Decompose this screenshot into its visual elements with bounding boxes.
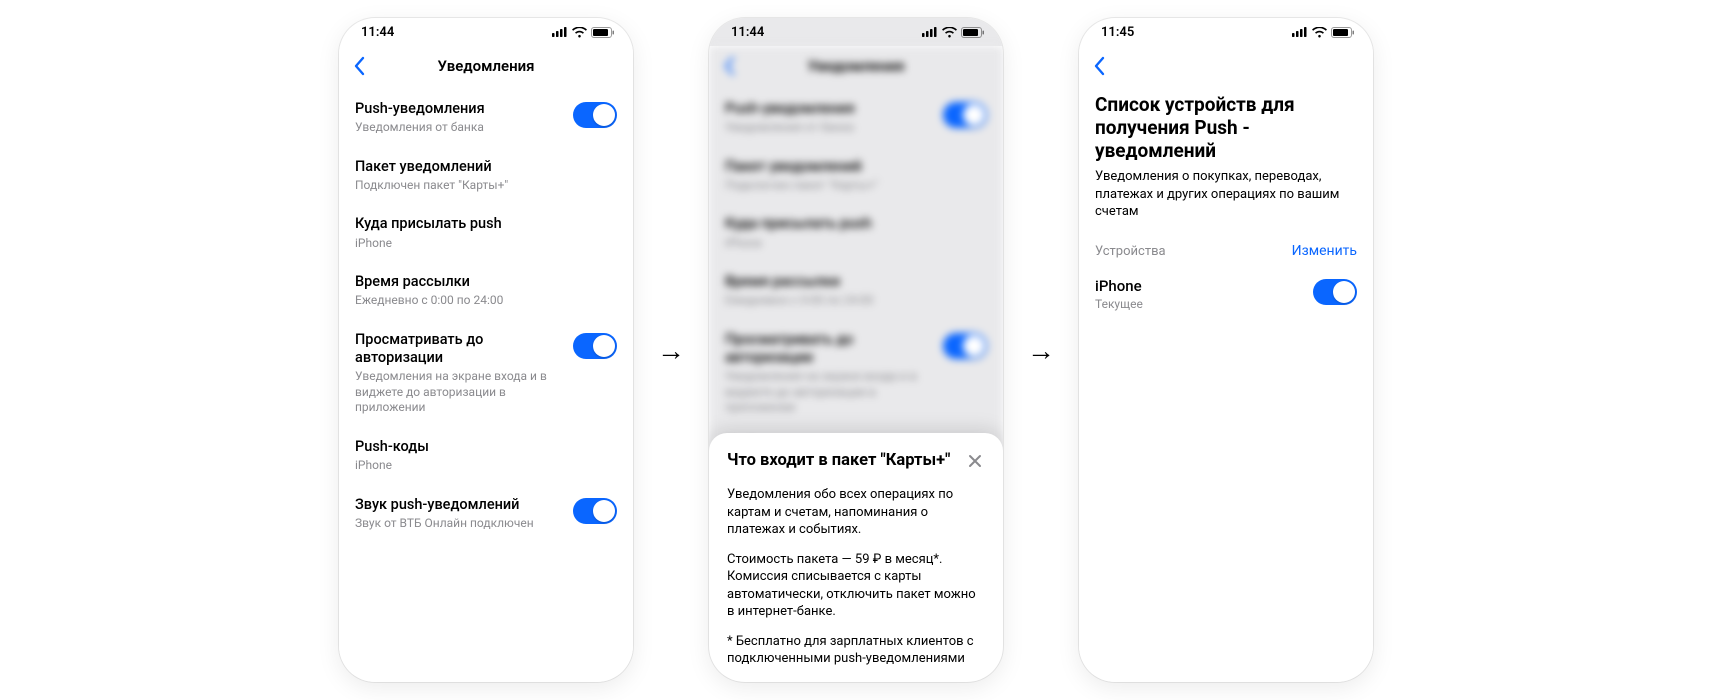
item-title: Время рассылки [355, 273, 617, 291]
status-time: 11:44 [731, 25, 764, 40]
wifi-icon [1312, 27, 1327, 38]
battery-icon [1331, 27, 1355, 38]
flow-arrow-icon: → [1027, 334, 1055, 367]
item-preview-before-auth[interactable]: Просматривать до авторизации Уведомления… [355, 321, 617, 428]
device-name: iPhone [1095, 277, 1143, 295]
toggle-device-iphone[interactable] [1313, 279, 1357, 305]
item-schedule[interactable]: Время рассылки Ежедневно с 0:00 по 24:00 [355, 263, 617, 321]
sheet-paragraph: * Бесплатно для зарплатных клиентов с по… [727, 633, 985, 668]
page-title: Уведомления [339, 57, 633, 75]
nav-bar [1079, 46, 1373, 86]
item-title: Push-уведомления [355, 100, 563, 118]
item-push-sound[interactable]: Звук push-уведомлений Звук от ВТБ Онлайн… [355, 486, 617, 544]
sheet-paragraph: Уведомления обо всех операциях по картам… [727, 486, 985, 539]
cellular-icon [1292, 27, 1308, 37]
wifi-icon [572, 27, 587, 38]
toggle-preview[interactable] [573, 333, 617, 359]
toggle-push[interactable] [573, 102, 617, 128]
nav-bar: Уведомления [709, 46, 1003, 86]
item-title: Пакет уведомлений [355, 158, 617, 176]
status-icons [922, 27, 985, 38]
battery-icon [591, 27, 615, 38]
item-notification-package[interactable]: Пакет уведомлений Подключен пакет "Карты… [355, 148, 617, 206]
item-sub: iPhone [355, 236, 617, 252]
cellular-icon [552, 27, 568, 37]
status-time: 11:44 [361, 25, 394, 40]
cellular-icon [922, 27, 938, 37]
status-bar: 11:45 [1079, 18, 1373, 46]
devices-section-header: Устройства Изменить [1079, 237, 1373, 269]
item-title: Звук push-уведомлений [355, 496, 563, 514]
settings-list: Push-уведомления Уведомления от банка Па… [339, 86, 633, 543]
wifi-icon [942, 27, 957, 38]
status-bar: 11:44 [709, 18, 1003, 46]
device-status: Текущее [1095, 297, 1143, 311]
phone-screen-package-sheet: 11:44 Уведомления Push-уведомленияУведом… [709, 18, 1003, 682]
toggle-sound[interactable] [573, 498, 617, 524]
back-button[interactable] [1093, 56, 1105, 76]
phone-screen-devices: 11:45 Список устройств для получения Pus… [1079, 18, 1373, 682]
chevron-left-icon [353, 56, 365, 76]
item-sub: Звук от ВТБ Онлайн подключен [355, 516, 563, 532]
battery-icon [961, 27, 985, 38]
edit-devices-button[interactable]: Изменить [1292, 243, 1357, 259]
item-push-notifications[interactable]: Push-уведомления Уведомления от банка [355, 90, 617, 148]
sheet-title: Что входит в пакет "Карты+" [727, 451, 950, 472]
back-button [723, 56, 735, 76]
back-button[interactable] [353, 56, 365, 76]
page-big-title: Список устройств для получения Push - ув… [1079, 86, 1373, 168]
phone-screen-notifications: 11:44 Уведомления Push-уведомления Уведо… [339, 18, 633, 682]
sheet-paragraph: Стоимость пакета — 59 ₽ в месяц*. Комисс… [727, 551, 985, 621]
bottom-sheet-package-info: Что входит в пакет "Карты+" Уведомления … [709, 433, 1003, 682]
sheet-close-button[interactable] [965, 451, 985, 471]
status-time: 11:45 [1101, 25, 1134, 40]
close-icon [967, 453, 983, 469]
devices-label: Устройства [1095, 244, 1166, 259]
item-sub: iPhone [355, 458, 617, 474]
item-sub: Подключен пакет "Карты+" [355, 178, 617, 194]
status-bar: 11:44 [339, 18, 633, 46]
sheet-body: Уведомления обо всех операциях по картам… [727, 486, 985, 668]
item-sub: Уведомления на экране входа и в виджете … [355, 369, 563, 416]
item-sub: Уведомления от банка [355, 120, 563, 136]
item-title: Просматривать до авторизации [355, 331, 563, 367]
status-icons [1292, 27, 1355, 38]
flow-arrow-icon: → [657, 334, 685, 367]
item-push-destination[interactable]: Куда присылать push iPhone [355, 205, 617, 263]
page-big-subtitle: Уведомления о покупках, переводах, плате… [1079, 168, 1373, 237]
item-sub: Ежедневно с 0:00 по 24:00 [355, 293, 617, 309]
chevron-left-icon [723, 56, 735, 76]
item-title: Push-коды [355, 438, 617, 456]
status-icons [552, 27, 615, 38]
nav-bar: Уведомления [339, 46, 633, 86]
item-title: Куда присылать push [355, 215, 617, 233]
page-title: Уведомления [709, 57, 1003, 75]
device-row-iphone[interactable]: iPhone Текущее [1079, 269, 1373, 319]
chevron-left-icon [1093, 56, 1105, 76]
item-push-codes[interactable]: Push-коды iPhone [355, 428, 617, 486]
